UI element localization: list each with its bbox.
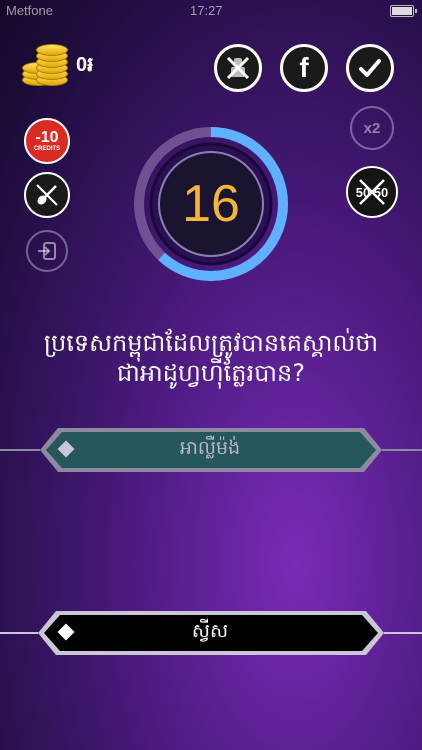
answer-option[interactable]: អាល្លឺម៉ង់ [0, 425, 422, 475]
carrier-label: Metfone [6, 3, 53, 18]
minus-10-credits-button[interactable]: -10 CREDITS [24, 118, 70, 164]
clock: 17:27 [190, 3, 223, 18]
exit-button[interactable] [26, 230, 68, 272]
answer-text: ស្វីស [191, 620, 229, 642]
minus-10-credits-badge: -10 CREDITS [33, 129, 61, 153]
facebook-button[interactable]: f [280, 44, 328, 92]
balance-label: 0៛ [76, 54, 94, 76]
double-points-label: x2 [363, 119, 381, 137]
facebook-icon: f [299, 52, 309, 83]
exit-icon [38, 242, 56, 260]
fifty-fifty-button[interactable]: 50 50 [346, 166, 398, 218]
guitar-icon [36, 184, 58, 206]
cross-out-icon [359, 179, 385, 205]
coins-icon [22, 40, 72, 88]
guitar-button[interactable] [24, 172, 70, 218]
timer-value: 16 [182, 175, 240, 233]
countdown-timer: 16 [133, 126, 289, 282]
checkmark-icon [359, 59, 381, 77]
badge-value: -10 [35, 129, 59, 146]
question-text: ប្រទេសកម្ពុជាដែលត្រូវបានគេស្គាល់ថាជាអាដូ… [43, 329, 379, 387]
double-points-button[interactable]: x2 [350, 106, 394, 150]
badge-unit: CREDITS [33, 146, 61, 152]
status-bar: Metfone 17:27 [0, 0, 422, 22]
ask-audience-icon [226, 56, 250, 80]
ask-audience-button[interactable] [214, 44, 262, 92]
answer-text: អាល្លឺម៉ង់ [179, 437, 241, 459]
answer-option[interactable]: ស្វីស [0, 608, 422, 658]
confirm-button[interactable] [346, 44, 394, 92]
battery-icon [390, 5, 417, 17]
